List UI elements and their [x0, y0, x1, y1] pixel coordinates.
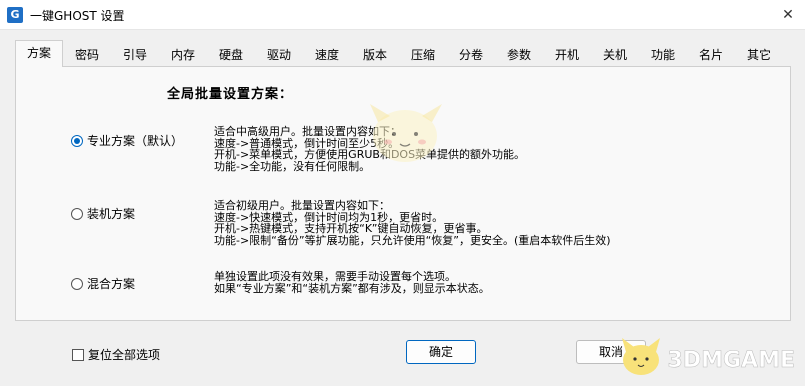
option-install-desc: 适合初级用户。批量设置内容如下： 速度->快速模式，倒计时间均为1秒，更省时。 … — [214, 200, 611, 246]
tab-features[interactable]: 功能 — [639, 42, 687, 66]
radio-install[interactable] — [71, 207, 83, 220]
option-mixed-label: 混合方案 — [87, 277, 136, 291]
tab-compress[interactable]: 压缩 — [399, 42, 447, 66]
tab-driver[interactable]: 驱动 — [255, 42, 303, 66]
mascot-icon — [370, 104, 442, 162]
tab-version[interactable]: 版本 — [351, 42, 399, 66]
radio-mixed[interactable] — [71, 277, 83, 290]
tab-strip: 方案 密码 引导 内存 硬盘 驱动 速度 版本 压缩 分卷 参数 开机 关机 功… — [15, 40, 790, 67]
tab-card[interactable]: 名片 — [687, 42, 735, 66]
tab-disk[interactable]: 硬盘 — [207, 42, 255, 66]
tab-scheme[interactable]: 方案 — [15, 40, 63, 67]
reset-all-label: 复位全部选项 — [88, 348, 161, 362]
window-title: 一键GHOST 设置 — [30, 9, 125, 23]
ok-button[interactable]: 确定 — [406, 340, 476, 364]
radio-professional[interactable] — [71, 134, 83, 147]
title-bar: G 一键GHOST 设置 ✕ — [0, 0, 805, 30]
watermark-text: 3DMGAME — [667, 348, 795, 374]
option-install-label: 装机方案 — [87, 207, 136, 221]
tab-startup[interactable]: 开机 — [543, 42, 591, 66]
desc-line: 开机->热键模式，支持开机按“K”键自动恢复，更省事。 — [214, 222, 488, 235]
desc-line: 单独设置此项没有效果，需要手动设置每个选项。 — [214, 270, 456, 283]
desc-line: 如果“专业方案”和“装机方案”都有涉及，则显示本状态。 — [214, 281, 490, 295]
option-install[interactable]: 装机方案 — [71, 205, 135, 222]
tab-shutdown[interactable]: 关机 — [591, 42, 639, 66]
desc-line: 适合初级用户。批量设置内容如下： — [214, 199, 390, 212]
tab-memory[interactable]: 内存 — [159, 42, 207, 66]
tab-params[interactable]: 参数 — [495, 42, 543, 66]
tab-password[interactable]: 密码 — [63, 42, 111, 66]
option-professional-label: 专业方案（默认） — [87, 134, 184, 148]
option-professional[interactable]: 专业方案（默认） — [71, 132, 183, 149]
tab-split[interactable]: 分卷 — [447, 42, 495, 66]
reset-all-option[interactable]: 复位全部选项 — [72, 346, 160, 363]
app-icon: G — [7, 7, 23, 23]
tab-boot[interactable]: 引导 — [111, 42, 159, 66]
watermark-mascot-icon — [622, 338, 660, 375]
option-mixed-desc: 单独设置此项没有效果，需要手动设置每个选项。 如果“专业方案”和“装机方案”都有… — [214, 271, 490, 294]
tab-other[interactable]: 其它 — [735, 42, 783, 66]
tab-speed[interactable]: 速度 — [303, 42, 351, 66]
desc-line: 功能->限制“备份”等扩展功能，只允许使用“恢复”，更安全。(重启本软件后生效) — [214, 233, 611, 247]
reset-all-checkbox[interactable] — [72, 348, 84, 361]
option-mixed[interactable]: 混合方案 — [71, 275, 135, 292]
panel-title: 全局批量设置方案： — [167, 87, 294, 102]
close-icon[interactable]: ✕ — [779, 6, 797, 24]
